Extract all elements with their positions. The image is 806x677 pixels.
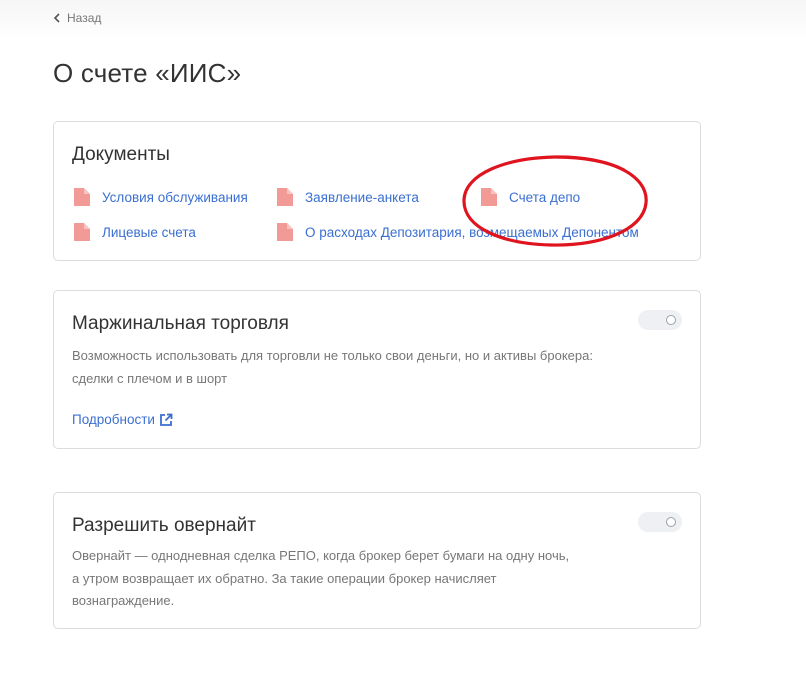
document-icon [481,188,497,206]
document-icon [277,188,293,206]
margin-trading-title: Маржинальная торговля [72,313,289,334]
toggle-knob [666,517,676,527]
doc-link-label: Счета депо [509,189,581,205]
overnight-description: Овернайт — однодневная сделка РЕПО, когд… [72,545,569,613]
margin-trading-details-link[interactable]: Подробности [72,412,173,427]
page-title: О счете «ИИС» [53,58,242,88]
doc-link-label: Лицевые счета [102,224,196,240]
toggle-knob [666,315,676,325]
document-icon [277,223,293,241]
doc-link-label: О расходах Депозитария, возмещаемых Депо… [305,224,639,240]
margin-trading-card: Маржинальная торговля Возможность исполь… [53,290,701,449]
margin-trading-toggle[interactable] [638,310,682,330]
doc-link-personal-accounts[interactable]: Лицевые счета [74,223,196,241]
overnight-toggle[interactable] [638,512,682,532]
description-line: Овернайт — однодневная сделка РЕПО, когд… [72,548,570,563]
overnight-card: Разрешить овернайт Овернайт — однодневна… [53,492,701,629]
doc-link-label: Условия обслуживания [102,189,248,205]
documents-title: Документы [72,144,170,165]
doc-link-label: Заявление-анкета [305,189,419,205]
description-line: а утром возвращает их обратно. За такие … [72,570,497,586]
chevron-left-icon [53,13,60,23]
margin-trading-description: Возможность использовать для торговли не… [72,345,593,390]
documents-card: Документы Условия обслуживания Заявление… [53,121,701,261]
description-line: Возможность использовать для торговли не… [72,348,593,363]
doc-link-service-terms[interactable]: Условия обслуживания [74,188,248,206]
details-label: Подробности [72,412,155,427]
back-label: Назад [67,11,102,25]
document-icon [74,188,90,206]
overnight-title: Разрешить овернайт [72,515,256,536]
document-icon [74,223,90,241]
doc-link-depository-expenses[interactable]: О расходах Депозитария, возмещаемых Депо… [277,223,639,241]
back-link[interactable]: Назад [53,11,101,25]
description-line: вознаграждение. [72,593,175,608]
description-line: сделки с плечом и в шорт [72,370,228,386]
external-link-icon [160,413,173,426]
doc-link-application-form[interactable]: Заявление-анкета [277,188,419,206]
doc-link-depo-accounts[interactable]: Счета депо [481,188,580,206]
